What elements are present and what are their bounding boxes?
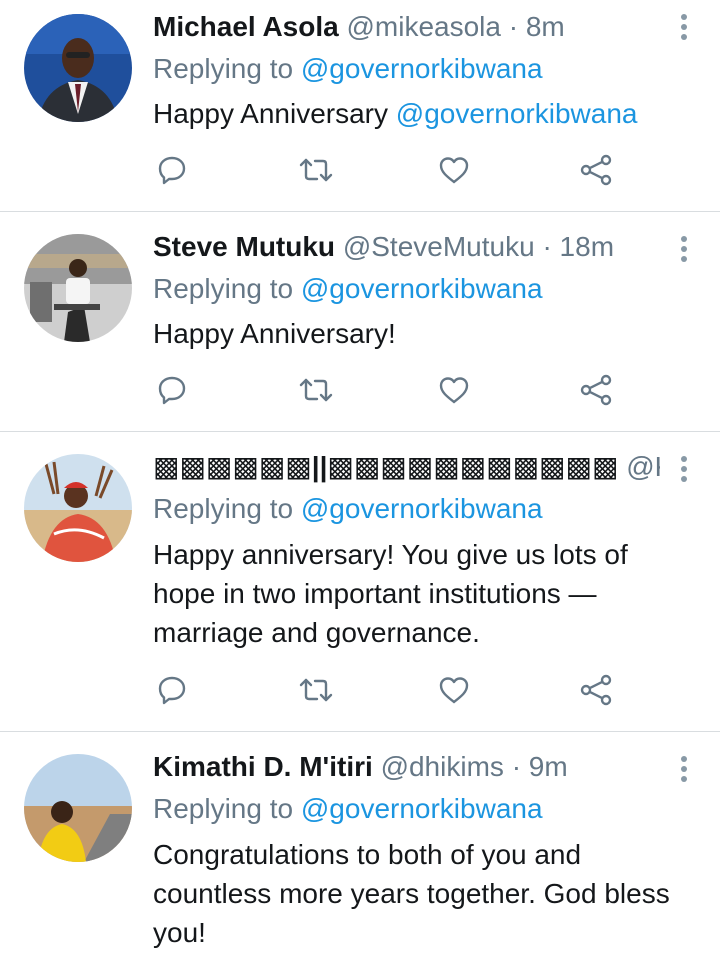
replying-to-line: Replying to @governorkibwana — [153, 272, 543, 306]
avatar[interactable] — [24, 454, 132, 562]
separator-dot: · — [511, 751, 522, 782]
more-vertical-icon[interactable] — [680, 756, 688, 786]
avatar[interactable] — [24, 234, 132, 342]
tweet-card[interactable]: ▩▩▩▩▩▩||▩▩▩▩▩▩▩▩▩▩▩ @KulamoR... · 12m Re… — [0, 432, 720, 732]
tweet-header: ▩▩▩▩▩▩||▩▩▩▩▩▩▩▩▩▩▩ @KulamoR... · 12m — [153, 450, 660, 484]
timestamp[interactable]: 9m — [529, 751, 568, 782]
replying-to-line: Replying to @governorkibwana — [153, 52, 543, 86]
share-icon — [580, 154, 612, 186]
reply-icon — [158, 376, 186, 405]
like-button[interactable] — [434, 150, 474, 190]
tweet-header: Michael Asola @mikeasola · 8m — [153, 10, 660, 44]
display-name[interactable]: Steve Mutuku — [153, 231, 335, 262]
display-name[interactable]: ▩▩▩▩▩▩||▩▩▩▩▩▩▩▩▩▩▩ — [153, 451, 618, 482]
like-button[interactable] — [434, 370, 474, 410]
tweet-card[interactable]: Steve Mutuku @SteveMutuku · 18m Replying… — [0, 212, 720, 432]
reply-icon — [158, 676, 186, 705]
avatar[interactable] — [24, 754, 132, 862]
avatar[interactable] — [24, 14, 132, 122]
timestamp[interactable]: 8m — [526, 11, 565, 42]
tweet-text: Happy anniversary! You give us lots of h… — [153, 535, 680, 652]
reply-icon — [158, 156, 186, 185]
replying-to-line: Replying to @governorkibwana — [153, 492, 543, 526]
reply-button[interactable] — [152, 670, 192, 710]
tweet-text-content: Happy Anniversary! — [153, 318, 396, 349]
separator-dot: · — [542, 231, 552, 262]
more-vertical-icon[interactable] — [680, 456, 688, 486]
replying-to-label: Replying to — [153, 273, 294, 304]
tweet-text: Happy Anniversary @governorkibwana — [153, 94, 680, 133]
action-bar — [0, 670, 720, 710]
replying-to-label: Replying to — [153, 493, 294, 524]
replying-to-mention[interactable]: @governorkibwana — [301, 273, 543, 304]
action-bar — [0, 370, 720, 410]
replying-to-mention[interactable]: @governorkibwana — [301, 793, 543, 824]
display-name[interactable]: Michael Asola — [153, 11, 339, 42]
heart-icon — [439, 157, 469, 184]
more-vertical-icon[interactable] — [680, 236, 688, 266]
tweet-header: Steve Mutuku @SteveMutuku · 18m — [153, 230, 660, 264]
reply-button[interactable] — [152, 150, 192, 190]
tweet-text-content: Congratulations to both of you and count… — [153, 839, 670, 948]
user-handle[interactable]: @mikeasola — [346, 11, 500, 42]
replying-to-mention[interactable]: @governorkibwana — [301, 493, 543, 524]
share-button[interactable] — [576, 370, 616, 410]
like-button[interactable] — [434, 670, 474, 710]
retweet-icon — [299, 678, 333, 702]
tweet-card[interactable]: Michael Asola @mikeasola · 8m Replying t… — [0, 0, 720, 212]
retweet-button[interactable] — [296, 150, 336, 190]
more-vertical-icon[interactable] — [680, 14, 688, 44]
tweet-text: Happy Anniversary! — [153, 314, 680, 353]
share-icon — [580, 674, 612, 706]
share-button[interactable] — [576, 670, 616, 710]
retweet-icon — [299, 378, 333, 402]
tweet-text-content: Happy Anniversary — [153, 98, 396, 129]
replying-to-mention[interactable]: @governorkibwana — [301, 53, 543, 84]
replying-to-label: Replying to — [153, 793, 294, 824]
user-handle[interactable]: @SteveMutuku — [343, 231, 535, 262]
separator-dot: · — [508, 11, 519, 42]
retweet-icon — [299, 158, 333, 182]
share-button[interactable] — [576, 150, 616, 190]
display-name[interactable]: Kimathi D. M'itiri — [153, 751, 373, 782]
tweet-mention[interactable]: @governorkibwana — [396, 98, 638, 129]
replying-to-label: Replying to — [153, 53, 294, 84]
share-icon — [580, 374, 612, 406]
heart-icon — [439, 377, 469, 404]
tweet-text: Congratulations to both of you and count… — [153, 835, 680, 952]
reply-button[interactable] — [152, 370, 192, 410]
tweet-header: Kimathi D. M'itiri @dhikims · 9m — [153, 750, 660, 784]
user-handle[interactable]: @KulamoR... — [626, 451, 660, 482]
tweet-card[interactable]: Kimathi D. M'itiri @dhikims · 9m Replyin… — [0, 732, 720, 965]
action-bar — [0, 150, 720, 190]
retweet-button[interactable] — [296, 670, 336, 710]
timestamp[interactable]: 18m — [560, 231, 614, 262]
heart-icon — [439, 677, 469, 704]
user-handle[interactable]: @dhikims — [381, 751, 504, 782]
replying-to-line: Replying to @governorkibwana — [153, 792, 543, 826]
tweet-text-content: Happy anniversary! You give us lots of h… — [153, 539, 628, 648]
retweet-button[interactable] — [296, 370, 336, 410]
